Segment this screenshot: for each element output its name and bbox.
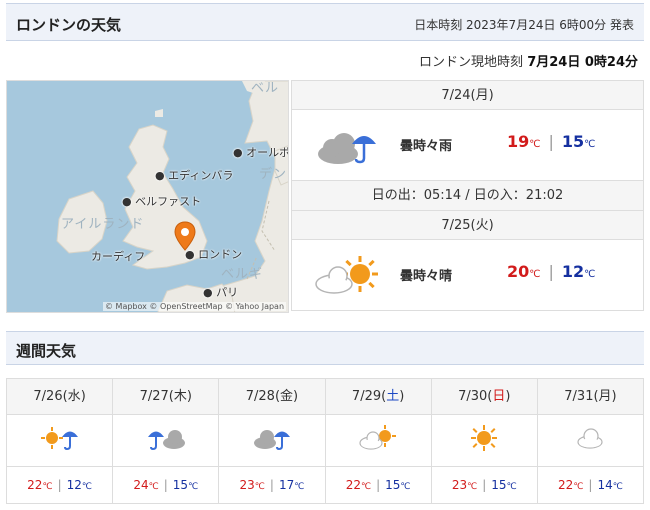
weekly-date: 7/31(月): [537, 379, 644, 415]
cloud-umbrella-icon: [253, 430, 290, 451]
weekly-date: 7/28(金): [219, 379, 325, 415]
weekly-day: 7/27(木) 24℃ | 15℃: [113, 379, 220, 503]
high-temp: 20: [507, 262, 530, 281]
sun-umbrella-icon: [40, 427, 78, 451]
weekly-date: 7/26(水): [7, 379, 113, 415]
forecast-date: 7/24(月): [292, 81, 643, 110]
weekly-temps: 23℃ | 15℃: [451, 478, 517, 492]
low-temp: 12: [561, 262, 585, 281]
forecast-date: 7/25(火): [292, 211, 643, 240]
cloud-umbrella-icon: [318, 133, 376, 164]
weekly-date: 7/27(木): [113, 379, 219, 415]
location-map[interactable]: ● エディンバラ ● ベルファスト アイルランド カーディフ ● ロンドン ● …: [6, 80, 289, 313]
forecast-tomorrow: 7/25(火) 曇時々晴 20℃ | 12℃: [291, 210, 644, 311]
map-label-ireland: アイルランド: [61, 217, 145, 232]
forecast-temps: 20℃ | 12℃: [507, 262, 596, 281]
umbrella-cloud-icon: [147, 430, 185, 451]
forecast-today: 7/24(月) 曇時々雨 19℃ | 15℃ 日の出：05:14 / 日の入：21:…: [291, 80, 644, 212]
weekly-temps: 22℃ | 14℃: [558, 478, 623, 492]
weekly-day: 7/29(土) 22℃ | 15℃: [325, 379, 432, 503]
local-time-label: ロンドン現地時刻: [419, 55, 524, 70]
weekly-temps: 24℃ | 15℃: [133, 478, 199, 492]
map-label-aalborg: ● オールボー: [233, 146, 288, 159]
weekly-forecast: 7/26(水) 22℃ | 12℃ 7/27(木) 24℃ | 15℃ 7/28(金): [6, 378, 644, 504]
page-header: ロンドンの天気 日本時刻 2023年7月24日 6時00分 発表: [6, 3, 644, 41]
map-label-belgium: ベルギ: [221, 267, 264, 282]
weekly-date: 7/29(土): [325, 379, 431, 415]
weekly-temps: 22℃ | 12℃: [27, 478, 92, 492]
high-temp: 19: [507, 132, 530, 151]
map-label-belfast: ● ベルファスト: [122, 195, 202, 208]
sun-icon: [471, 425, 498, 451]
cloud-sun-icon: [359, 425, 397, 450]
local-time-value: 7月24日 0時24分: [527, 55, 638, 70]
map-label-denmark: デン: [259, 167, 288, 182]
weekly-temps: 23℃ | 17℃: [239, 478, 305, 492]
weekly-temps: 22℃ | 15℃: [345, 478, 411, 492]
location-pin-icon[interactable]: [174, 221, 196, 251]
weekly-header: 週間天気: [6, 331, 644, 365]
issued-time: 日本時刻 2023年7月24日 6時00分 発表: [414, 18, 634, 32]
cloud-icon: [577, 428, 604, 449]
forecast-temps: 19℃ | 15℃: [507, 132, 596, 151]
sunrise-sunset: 日の出：05:14 / 日の入：21:02: [292, 180, 643, 211]
local-time: ロンドン現地時刻 7月24日 0時24分: [419, 51, 638, 70]
map-label-cardiff: カーディフ: [91, 250, 146, 263]
low-temp: 15: [561, 132, 585, 151]
weekly-day: 7/31(月) 22℃ | 14℃: [537, 379, 644, 503]
weekly-date: 7/30(日): [431, 379, 537, 415]
map-label-edinburgh: ● エディンバラ: [155, 169, 234, 182]
forecast-condition: 曇時々晴: [400, 269, 453, 284]
weekly-day: 7/28(金) 23℃ | 17℃: [219, 379, 326, 503]
map-attribution[interactable]: © Mapbox © OpenStreetMap © Yahoo Japan: [103, 302, 287, 311]
map-label-norway: ベル: [251, 81, 280, 96]
map-label-paris: ● パリ: [203, 286, 239, 299]
cloud-sun-icon: [315, 256, 378, 294]
weekly-day: 7/26(水) 22℃ | 12℃: [7, 379, 114, 503]
page-title: ロンドンの天気: [16, 16, 122, 34]
forecast-condition: 曇時々雨: [400, 139, 453, 154]
weekly-day: 7/30(日) 23℃ | 15℃: [431, 379, 538, 503]
weekly-title: 週間天気: [16, 342, 77, 360]
